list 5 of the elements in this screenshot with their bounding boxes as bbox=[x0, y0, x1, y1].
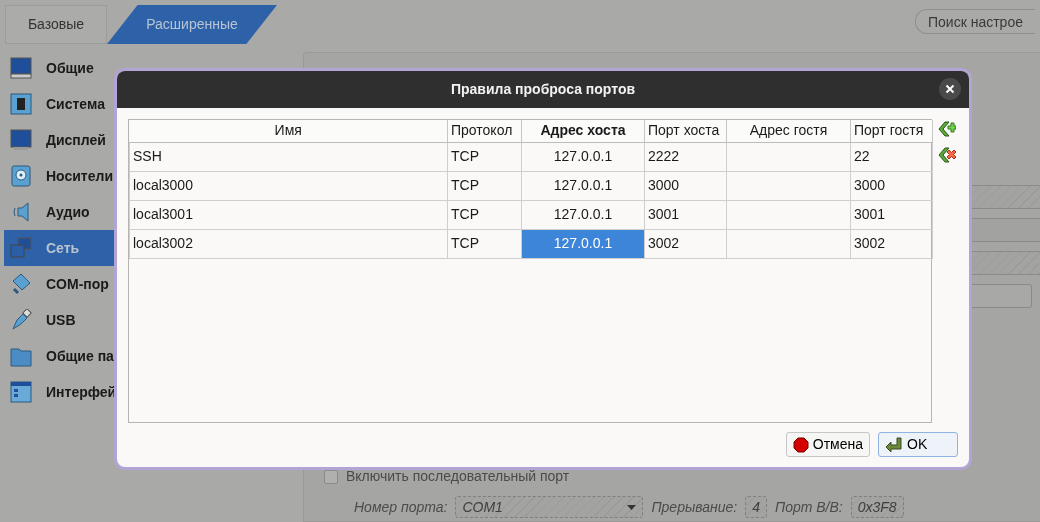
field-label: Номер порта: bbox=[354, 497, 448, 517]
field-label: Порт В/В: bbox=[775, 497, 843, 517]
checkbox-label: Включить последовательный порт bbox=[346, 467, 570, 486]
dialog-title: Правила проброса портов bbox=[450, 80, 636, 99]
field-label: Прерывание: bbox=[651, 497, 738, 517]
